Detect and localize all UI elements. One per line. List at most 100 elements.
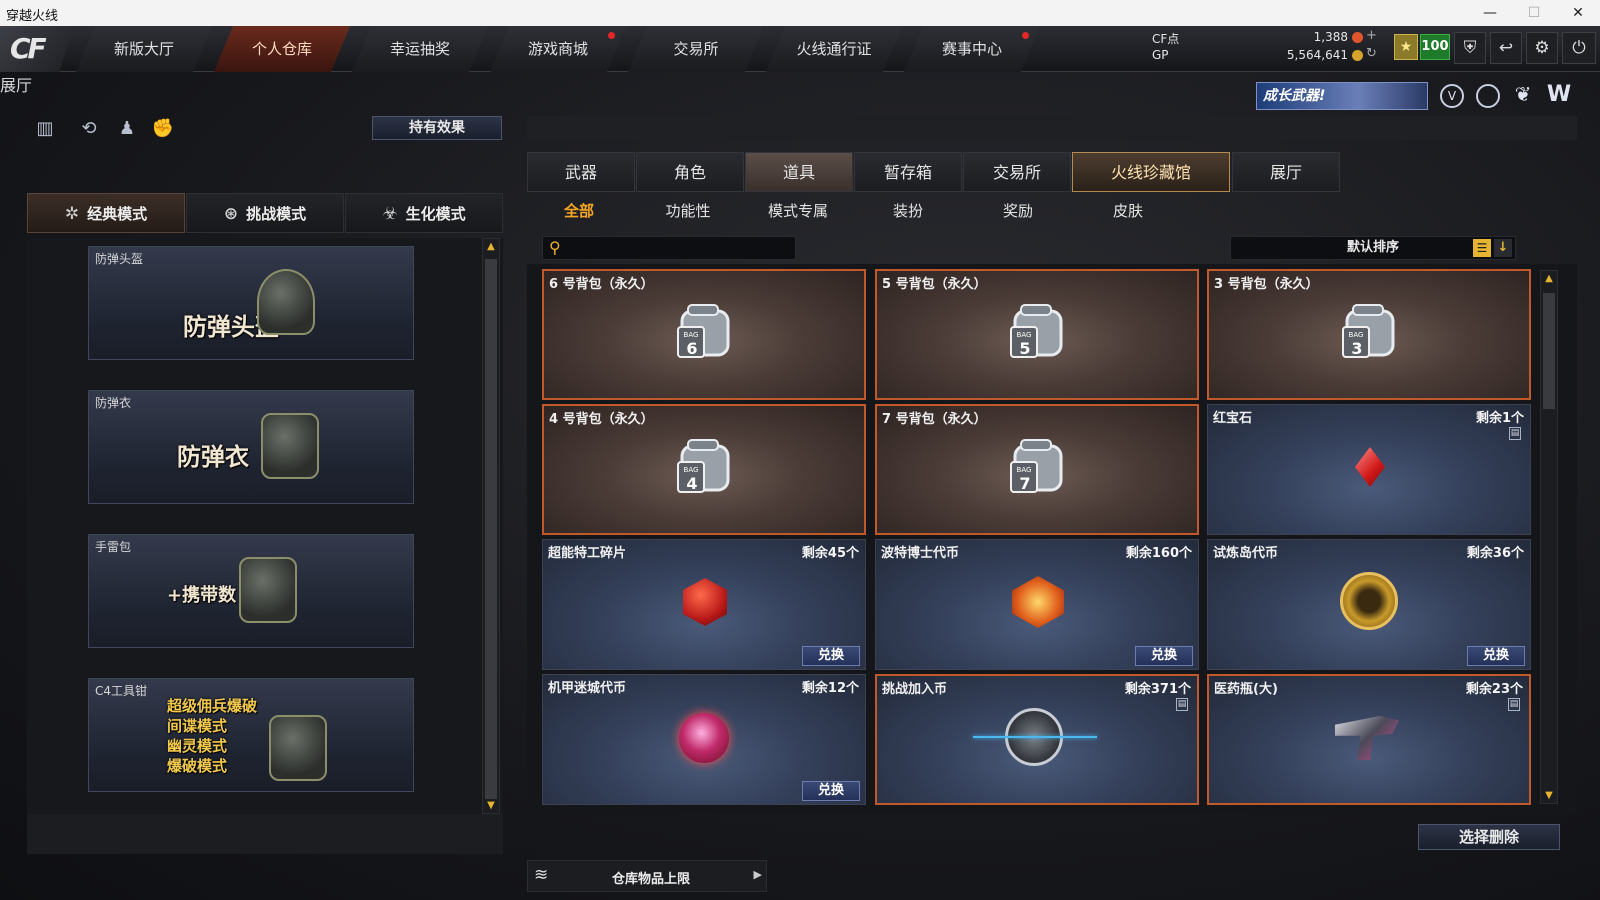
item-remaining: 剩余371个: [1124, 682, 1191, 697]
maximize-button[interactable]: ☐: [1512, 0, 1556, 26]
close-button[interactable]: ✕: [1556, 0, 1600, 26]
select-delete-button[interactable]: 选择删除: [1418, 824, 1560, 850]
history-icon[interactable]: ⟲: [76, 116, 102, 142]
stats-icon[interactable]: ▥: [32, 116, 58, 142]
inventory-item[interactable]: 波特博士代币 剩余160个 兑换: [875, 539, 1199, 670]
return-icon[interactable]: ↩: [1490, 32, 1522, 64]
emblem-w-icon[interactable]: W: [1546, 82, 1572, 108]
nav-tab[interactable]: 火线通行证: [766, 26, 902, 72]
mode-tab[interactable]: ✲ 经典模式: [27, 193, 185, 233]
left-tab[interactable]: 展厅: [0, 72, 119, 96]
heartbeat-line-icon: [973, 736, 1097, 738]
inventory-item[interactable]: 挑战加入币 剩余371个 ▤: [875, 674, 1199, 805]
inventory-item[interactable]: 4 号背包（永久） BAG 4: [542, 404, 866, 535]
backpack-icon: BAG 3: [1339, 301, 1403, 363]
sub-tab[interactable]: 奖励: [968, 200, 1068, 222]
sub-tab[interactable]: 全部: [529, 200, 629, 222]
inventory-item[interactable]: 5 号背包（永久） BAG 5: [875, 269, 1199, 400]
item-name: 5 号背包（永久）: [882, 277, 987, 292]
right-tab[interactable]: 道具: [745, 152, 853, 192]
emblem-v-icon[interactable]: V: [1440, 84, 1464, 108]
sub-tab[interactable]: 皮肤: [1078, 200, 1178, 222]
holding-effect-button[interactable]: 持有效果: [372, 116, 502, 140]
refresh-icon[interactable]: ↻: [1366, 46, 1377, 61]
right-scroll-thumb[interactable]: [1543, 293, 1555, 409]
growth-weapon-banner[interactable]: 成长武器!: [1256, 82, 1428, 110]
inventory-item[interactable]: 超能特工碎片 剩余45个 兑换: [542, 539, 866, 670]
gun-icon: [1335, 716, 1399, 760]
item-name: 3 号背包（永久）: [1214, 277, 1319, 292]
right-tab[interactable]: 展厅: [1232, 152, 1340, 192]
inventory-item[interactable]: 机甲迷城代币 剩余12个 兑换: [542, 674, 866, 805]
exchange-button[interactable]: 兑换: [1467, 646, 1525, 666]
vip-badge-icon[interactable]: ★: [1394, 34, 1418, 60]
search-box[interactable]: ⚲: [542, 236, 796, 260]
right-tab[interactable]: 角色: [636, 152, 744, 192]
right-tab[interactable]: 火线珍藏馆: [1072, 152, 1230, 192]
inventory-item[interactable]: 6 号背包（永久） BAG 6: [542, 269, 866, 400]
exchange-button[interactable]: 兑换: [802, 646, 860, 666]
search-input[interactable]: [569, 238, 789, 258]
character-pose-icon[interactable]: ♟: [114, 116, 140, 142]
sub-tab[interactable]: 功能性: [638, 200, 738, 222]
grenade-pack-icon: [239, 557, 297, 623]
settings-gear-icon[interactable]: ⚙: [1526, 32, 1558, 64]
exchange-button[interactable]: 兑换: [802, 781, 860, 801]
nav-tab[interactable]: 新版大厅: [76, 26, 212, 72]
nav-tab[interactable]: 幸运抽奖: [352, 26, 488, 72]
inventory-item[interactable]: 7 号背包（永久） BAG 7: [875, 404, 1199, 535]
inventory-item[interactable]: 医药瓶(大) 剩余23个 ▤: [1207, 674, 1531, 805]
scroll-down-icon[interactable]: ▼: [483, 800, 499, 811]
game-client-window: { "window":{"title":"穿越火线","controls":{"…: [0, 0, 1600, 900]
power-icon[interactable]: ⏻: [1562, 32, 1596, 64]
sort-direction-icon[interactable]: ↓: [1494, 239, 1512, 257]
equipment-card[interactable]: C4工具钳 超级佣兵爆破 间谍模式 幽灵模式 爆破模式: [88, 678, 414, 792]
inventory-item[interactable]: 3 号背包（永久） BAG 3: [1207, 269, 1531, 400]
mode-tab[interactable]: ⊛ 挑战模式: [186, 193, 344, 233]
nav-tab[interactable]: 赛事中心: [904, 26, 1040, 72]
gp-label: GP: [1152, 48, 1169, 62]
card-title: +携带数: [167, 585, 237, 606]
minimize-button[interactable]: —: [1468, 0, 1512, 26]
right-tab[interactable]: 交易所: [963, 152, 1071, 192]
trash-icon[interactable]: ▤: [1508, 698, 1520, 711]
equipment-card[interactable]: 防弹头盔 防弹头盔: [88, 246, 414, 360]
right-tab[interactable]: 武器: [527, 152, 635, 192]
left-scrollbar[interactable]: ▲ ▼: [482, 238, 500, 814]
right-scrollbar[interactable]: ▲ ▼: [1540, 270, 1558, 804]
mode-label: 挑战模式: [246, 205, 307, 223]
card-mode-line: 间谍模式: [167, 717, 228, 735]
mode-icon: ⊛: [223, 204, 239, 224]
mode-tab[interactable]: ☣ 生化模式: [345, 193, 503, 233]
scroll-down-icon[interactable]: ▼: [1541, 790, 1557, 801]
trash-icon[interactable]: ▤: [1509, 427, 1521, 440]
svg-text:BAG: BAG: [1017, 466, 1032, 474]
exchange-button[interactable]: 兑换: [1135, 646, 1193, 666]
card-mode-line: 爆破模式: [167, 757, 228, 775]
sub-tab[interactable]: 模式专属: [748, 200, 848, 222]
emblem-wing-icon[interactable]: ❦: [1510, 82, 1536, 108]
nav-tab[interactable]: 个人仓库: [214, 26, 350, 72]
nav-tab[interactable]: 游戏商城: [490, 26, 626, 72]
emblem-globe-icon[interactable]: [1476, 84, 1500, 108]
equipment-card[interactable]: 手雷包 +携带数: [88, 534, 414, 648]
shield-icon[interactable]: ⛨: [1454, 32, 1486, 64]
inventory-item[interactable]: 试炼岛代币 剩余36个 兑换: [1207, 539, 1531, 670]
add-cf-button[interactable]: +: [1366, 28, 1377, 43]
scroll-up-icon[interactable]: ▲: [1541, 273, 1557, 284]
level-badge[interactable]: 100: [1420, 34, 1450, 60]
inventory-item[interactable]: 红宝石 剩余1个 ▤: [1207, 404, 1531, 535]
nav-tab[interactable]: 交易所: [628, 26, 764, 72]
equipment-card[interactable]: 防弹衣 防弹衣: [88, 390, 414, 504]
trash-icon[interactable]: ▤: [1176, 698, 1188, 711]
sort-dropdown[interactable]: 默认排序 ☰ ↓: [1230, 236, 1516, 260]
sort-label: 默认排序: [1346, 240, 1399, 255]
grenade-hand-icon[interactable]: ✊: [150, 116, 176, 142]
right-tab[interactable]: 暂存箱: [854, 152, 962, 192]
storage-limit-bar[interactable]: ≋ 仓库物品上限 ▶: [527, 860, 767, 892]
scroll-up-icon[interactable]: ▲: [483, 241, 499, 252]
sub-tab[interactable]: 装扮: [858, 200, 958, 222]
list-menu-icon[interactable]: ☰: [1473, 239, 1491, 257]
left-scroll-thumb[interactable]: [485, 259, 497, 799]
expand-right-icon[interactable]: ▶: [754, 868, 762, 881]
